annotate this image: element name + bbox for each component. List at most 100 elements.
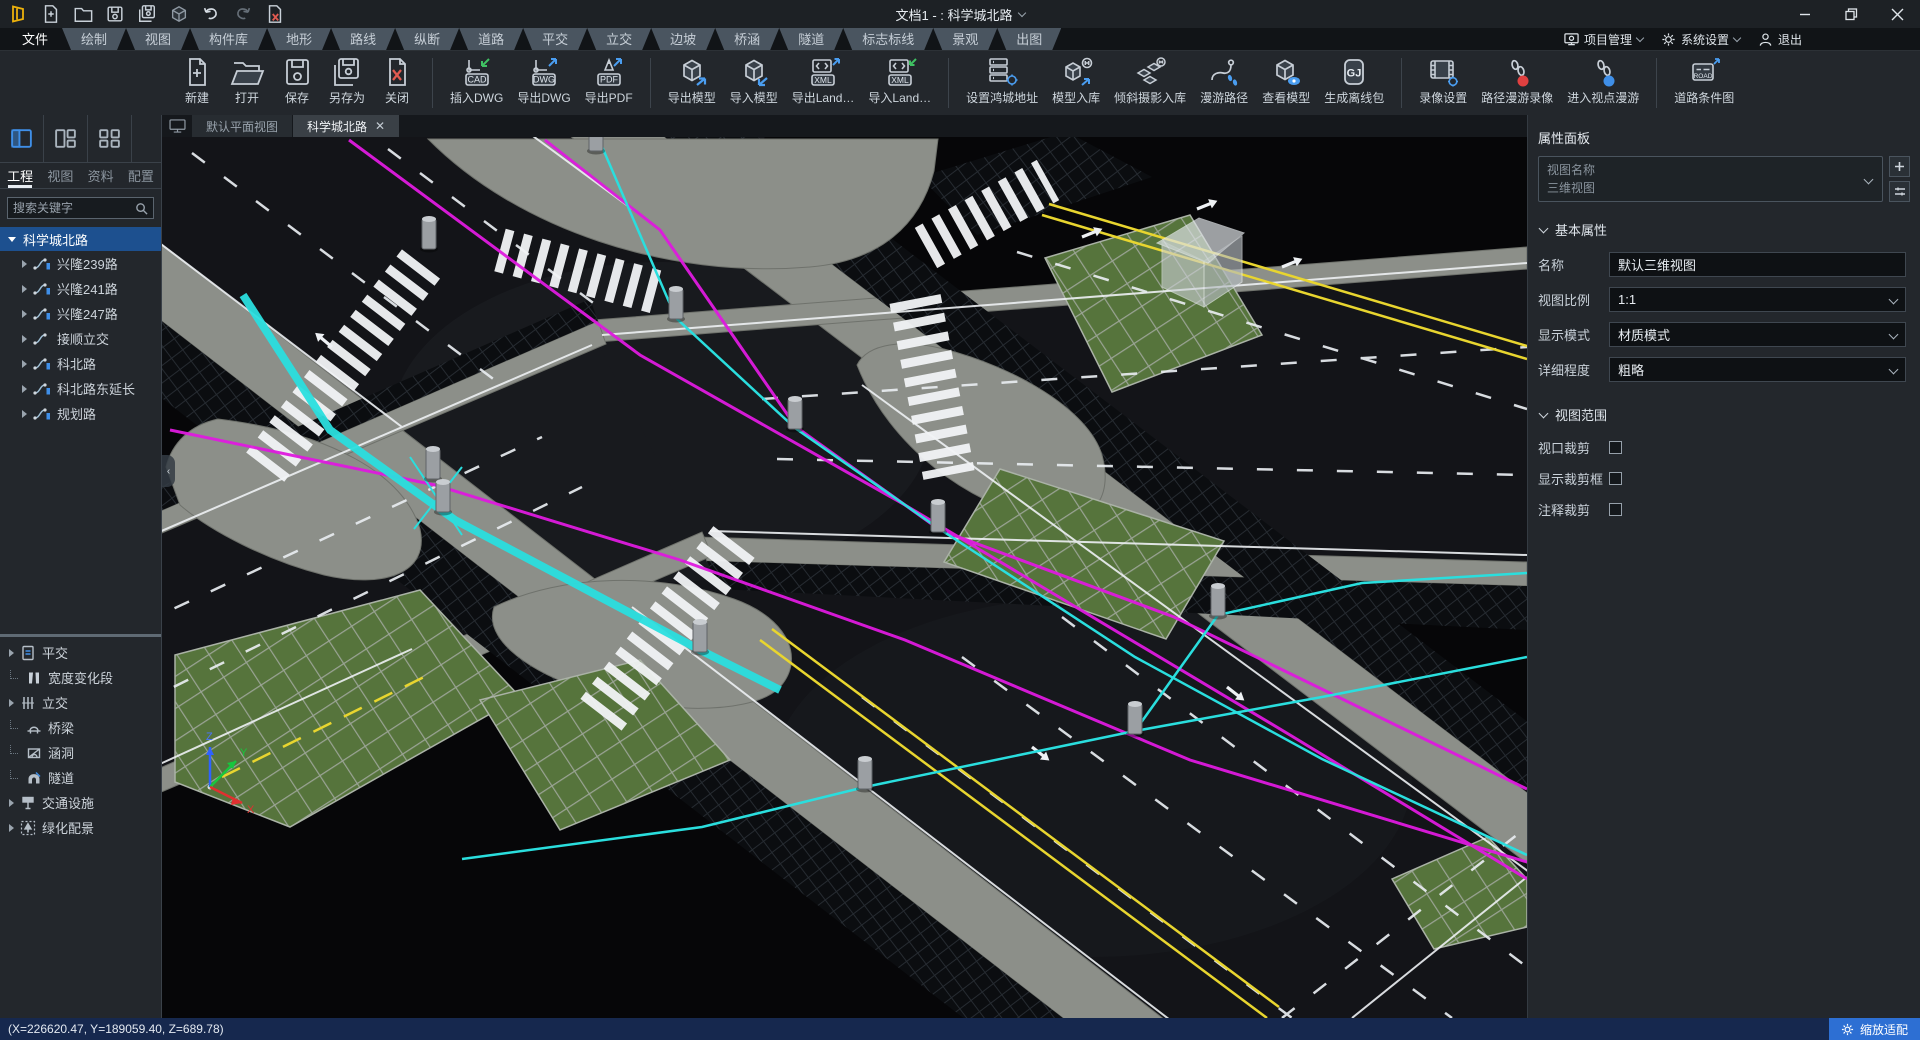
category-at-grade[interactable]: 平交 xyxy=(0,640,161,665)
viewport-3d[interactable]: Z Y X ‹ xyxy=(162,137,1527,1018)
tree-item[interactable]: 规划路 xyxy=(0,401,161,426)
new-document-icon[interactable] xyxy=(40,3,62,25)
close-document-icon[interactable] xyxy=(264,3,286,25)
menu-tab-profile[interactable]: 纵断 xyxy=(395,28,459,50)
restore-button[interactable] xyxy=(1828,0,1874,28)
category-width-transition[interactable]: 宽度变化段 xyxy=(0,665,161,690)
open-folder-icon[interactable] xyxy=(72,3,94,25)
sidebar-collapse-handle[interactable]: ‹ xyxy=(162,455,175,487)
category-interchange[interactable]: 立交 xyxy=(0,690,161,715)
chevron-right-icon[interactable] xyxy=(9,824,14,832)
chevron-right-icon[interactable] xyxy=(22,310,27,318)
path-roam-record-button[interactable]: 路径漫游录像 xyxy=(1474,54,1560,108)
view-filter-button[interactable] xyxy=(1889,181,1910,202)
add-view-button[interactable] xyxy=(1889,156,1910,177)
oblique-upload-button[interactable]: 倾斜摄影入库 xyxy=(1107,54,1193,108)
redo-icon[interactable] xyxy=(232,3,254,25)
insert-dwg-button[interactable]: CAD 插入DWG xyxy=(443,54,510,108)
layout-single-button[interactable] xyxy=(0,115,44,162)
open-button[interactable]: 打开 xyxy=(222,54,272,108)
close-window-button[interactable] xyxy=(1874,0,1920,28)
tree-item[interactable]: 科北路 xyxy=(0,351,161,376)
section-basic-properties[interactable]: 基本属性 xyxy=(1528,202,1920,247)
category-tunnel[interactable]: 隧道 xyxy=(0,765,161,790)
export-pdf-button[interactable]: PDF 导出PDF xyxy=(578,54,640,108)
menu-tab-bridge[interactable]: 桥涵 xyxy=(715,28,779,50)
menu-tab-tunnel[interactable]: 隧道 xyxy=(779,28,843,50)
zoom-fit-button[interactable]: 缩放适配 xyxy=(1829,1018,1920,1040)
doc-tab-3d-view[interactable]: 科学城北路 ✕ xyxy=(293,115,399,137)
menu-tab-terrain[interactable]: 地形 xyxy=(267,28,331,50)
tree-item[interactable]: 兴隆241路 xyxy=(0,276,161,301)
category-bridge[interactable]: 桥梁 xyxy=(0,715,161,740)
save-all-icon[interactable] xyxy=(136,3,158,25)
annotation-clip-checkbox[interactable] xyxy=(1609,503,1622,516)
menu-tab-library[interactable]: 构件库 xyxy=(190,28,267,50)
chevron-right-icon[interactable] xyxy=(22,360,27,368)
menu-tab-alignment[interactable]: 路线 xyxy=(331,28,395,50)
doc-tab-plan-view[interactable]: 默认平面视图 xyxy=(192,115,292,137)
tree-item[interactable]: 兴隆247路 xyxy=(0,301,161,326)
tree-item[interactable]: 接顺立交 xyxy=(0,326,161,351)
chevron-right-icon[interactable] xyxy=(9,649,14,657)
menu-tab-file[interactable]: 文件 xyxy=(8,28,62,50)
sidebar-tab-config[interactable]: 配置 xyxy=(121,163,161,188)
tree-root-item[interactable]: 科学城北路 xyxy=(0,227,161,251)
menu-tab-at-grade[interactable]: 平交 xyxy=(523,28,587,50)
name-input[interactable]: 默认三维视图 xyxy=(1609,252,1906,277)
menu-tab-slope[interactable]: 边坡 xyxy=(651,28,715,50)
model-upload-button[interactable]: 模型入库 xyxy=(1045,54,1107,108)
chevron-right-icon[interactable] xyxy=(22,260,27,268)
view-scale-select[interactable]: 1:1 xyxy=(1609,287,1906,312)
chevron-right-icon[interactable] xyxy=(22,285,27,293)
layout-split-button[interactable] xyxy=(44,115,88,162)
detail-level-select[interactable]: 粗略 xyxy=(1609,357,1906,382)
search-input[interactable] xyxy=(13,201,135,215)
road-condition-button[interactable]: ROAD 道路条件图 xyxy=(1667,54,1741,108)
sidebar-tab-data[interactable]: 资料 xyxy=(81,163,121,188)
minimize-button[interactable] xyxy=(1782,0,1828,28)
save-icon[interactable] xyxy=(104,3,126,25)
export-dwg-button[interactable]: DWG 导出DWG xyxy=(510,54,577,108)
menu-tab-draw[interactable]: 绘制 xyxy=(62,28,126,50)
export-land-button[interactable]: XML 导出Land… xyxy=(785,54,862,108)
chevron-right-icon[interactable] xyxy=(22,410,27,418)
import-model-button[interactable]: 导入模型 xyxy=(723,54,785,108)
close-tab-icon[interactable]: ✕ xyxy=(375,119,385,133)
close-button[interactable]: 关闭 xyxy=(372,54,422,108)
viewport-scene[interactable]: Z Y X xyxy=(162,137,1527,1018)
new-button[interactable]: 新建 xyxy=(172,54,222,108)
menu-tab-interchange[interactable]: 立交 xyxy=(587,28,651,50)
category-traffic-facility[interactable]: 交通设施 xyxy=(0,790,161,815)
record-settings-button[interactable]: 录像设置 xyxy=(1412,54,1474,108)
show-clip-box-checkbox[interactable] xyxy=(1609,472,1622,485)
menu-tab-landscape[interactable]: 景观 xyxy=(933,28,997,50)
layout-grid-button[interactable] xyxy=(88,115,132,162)
system-settings-menu[interactable]: 系统设置 xyxy=(1661,31,1740,48)
menu-tab-road[interactable]: 道路 xyxy=(459,28,523,50)
viewpoint-roam-button[interactable]: 进入视点漫游 xyxy=(1560,54,1646,108)
server-address-button[interactable]: 设置鸿城地址 xyxy=(959,54,1045,108)
category-culvert[interactable]: 涵洞 xyxy=(0,740,161,765)
section-view-range[interactable]: 视图范围 xyxy=(1528,387,1920,432)
view-cube-icon[interactable] xyxy=(168,3,190,25)
exit-menu[interactable]: 退出 xyxy=(1758,31,1802,48)
chevron-right-icon[interactable] xyxy=(22,335,27,343)
chevron-right-icon[interactable] xyxy=(22,385,27,393)
tree-item[interactable]: 科北路东延长 xyxy=(0,376,161,401)
undo-icon[interactable] xyxy=(200,3,222,25)
viewport-clip-checkbox[interactable] xyxy=(1609,441,1622,454)
menu-tab-view[interactable]: 视图 xyxy=(126,28,190,50)
category-greening[interactable]: 绿化配景 xyxy=(0,815,161,840)
chevron-down-icon[interactable] xyxy=(8,237,16,242)
menu-tab-plot[interactable]: 出图 xyxy=(997,28,1061,50)
tree-item[interactable]: 兴隆239路 xyxy=(0,251,161,276)
save-button[interactable]: 保存 xyxy=(272,54,322,108)
save-as-button[interactable]: 另存为 xyxy=(322,54,372,108)
sidebar-tab-project[interactable]: 工程 xyxy=(0,163,40,188)
viewport-mode-icon[interactable] xyxy=(162,115,192,137)
sidebar-tab-view[interactable]: 视图 xyxy=(40,163,80,188)
view-selector[interactable]: 视图名称 三维视图 xyxy=(1538,156,1883,202)
export-model-button[interactable]: 导出模型 xyxy=(661,54,723,108)
search-box[interactable] xyxy=(7,197,154,219)
